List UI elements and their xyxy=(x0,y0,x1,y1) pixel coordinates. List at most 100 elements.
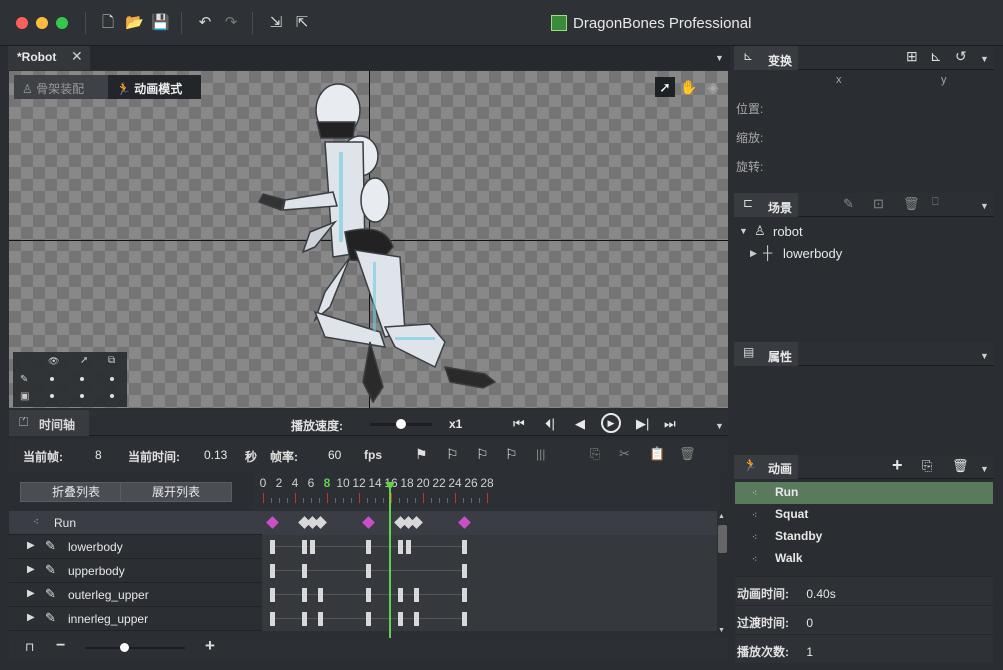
minimize-window-button[interactable] xyxy=(36,17,48,29)
eye-icon[interactable]: 👁 xyxy=(48,356,59,367)
keyframe[interactable] xyxy=(310,540,315,554)
keyframe-track[interactable] xyxy=(262,607,717,631)
ruler-icon[interactable]: ⊓ xyxy=(25,640,34,654)
zoom-out-icon[interactable]: − xyxy=(56,637,65,655)
keyframe[interactable] xyxy=(366,612,371,626)
open-folder-icon[interactable]: 📂 xyxy=(125,14,144,32)
toggle-dot[interactable] xyxy=(110,377,114,381)
keyframe[interactable] xyxy=(414,588,419,602)
keyframe-diamond[interactable] xyxy=(410,516,423,529)
add-animation-icon[interactable]: + xyxy=(892,455,903,476)
scene-tree-item-lowerbody[interactable]: lowerbody xyxy=(783,246,842,268)
auto-key-flag-icon[interactable]: ⚑ xyxy=(415,446,428,463)
zoom-window-button[interactable] xyxy=(56,17,68,29)
transform-axis-icon[interactable]: ⊾ xyxy=(930,48,942,65)
new-file-icon[interactable]: 🗋 xyxy=(99,14,117,32)
pointer-icon[interactable]: ➚ xyxy=(80,355,88,366)
export-icon[interactable]: ⇱ xyxy=(293,14,311,32)
next-flag-icon[interactable]: ⚐ xyxy=(476,446,489,463)
transform-rotate-icon[interactable]: ↺ xyxy=(955,48,967,65)
fps-input[interactable]: 60 xyxy=(328,448,341,462)
add-bone-icon[interactable]: ✎ xyxy=(843,196,854,212)
keyframe-track[interactable] xyxy=(262,559,717,583)
keyframe[interactable] xyxy=(270,588,275,602)
track-row-upperbody[interactable]: ▶ ✎ upperbody xyxy=(9,559,717,583)
tree-expanded-arrow-icon[interactable]: ▼ xyxy=(739,226,748,236)
pan-tool-icon[interactable]: ✋ xyxy=(679,77,699,97)
import-icon[interactable]: ⇲ xyxy=(267,14,285,32)
keyframe[interactable] xyxy=(398,588,403,602)
toggle-dot[interactable] xyxy=(80,394,84,398)
jump-to-end-icon[interactable]: ⏭ xyxy=(664,416,676,432)
collapse-list-button[interactable]: 折叠列表 xyxy=(20,482,132,502)
rename-icon[interactable]: ⎕ xyxy=(932,196,939,209)
animation-menu-chevron-icon[interactable]: ▼ xyxy=(980,464,989,474)
speed-slider-handle[interactable] xyxy=(396,419,406,429)
delete-frame-icon[interactable]: 🗑 xyxy=(679,446,696,462)
scroll-down-icon[interactable]: ▼ xyxy=(718,627,725,634)
keyframe-track[interactable] xyxy=(262,583,717,607)
playhead[interactable] xyxy=(389,482,391,640)
play-button[interactable]: ▶ xyxy=(601,413,621,433)
keyframe-diamond[interactable] xyxy=(314,516,327,529)
close-window-button[interactable] xyxy=(16,17,28,29)
add-key-flag-icon[interactable]: ⚐ xyxy=(446,446,459,463)
animation-list-item-standby[interactable]: Standby xyxy=(735,526,993,548)
track-row-innerleg-upper[interactable]: ▶ ✎ innerleg_upper xyxy=(9,607,717,631)
close-tab-icon[interactable]: ✕ xyxy=(71,48,83,65)
layer-icon[interactable]: ⧉ xyxy=(108,355,115,366)
keyframe[interactable] xyxy=(366,564,371,578)
prev-flag-icon[interactable]: ⚐ xyxy=(505,446,518,463)
track-row-lowerbody[interactable]: ▶ ✎ lowerbody xyxy=(9,535,717,559)
copy-frame-icon[interactable]: ⎘ xyxy=(590,446,600,462)
current-time-input[interactable]: 0.13 xyxy=(204,448,227,462)
keyframe-diamond[interactable] xyxy=(266,516,279,529)
animation-list-item-walk[interactable]: Walk xyxy=(735,548,993,570)
keyframe[interactable] xyxy=(318,612,323,626)
armature-mode-button[interactable]: ♙ 骨架装配 xyxy=(14,75,108,99)
toggle-dot[interactable] xyxy=(80,377,84,381)
duration-input[interactable]: 0.40s xyxy=(806,587,835,601)
prev-frame-icon[interactable]: ◀ xyxy=(575,416,585,432)
keyframe-diamond[interactable] xyxy=(362,516,375,529)
properties-menu-chevron-icon[interactable]: ▼ xyxy=(980,351,989,361)
animation-list-item-squat[interactable]: Squat xyxy=(735,504,993,526)
toggle-dot[interactable] xyxy=(50,377,54,381)
paste-frame-icon[interactable]: 📋 xyxy=(649,446,665,462)
toggle-dot[interactable] xyxy=(110,394,114,398)
expand-arrow-icon[interactable]: ▶ xyxy=(27,588,35,599)
save-icon[interactable]: 💾 xyxy=(151,14,170,32)
keyframe[interactable] xyxy=(462,612,467,626)
keyframe-track[interactable] xyxy=(262,535,717,559)
next-frame-icon[interactable]: ▶| xyxy=(636,416,649,432)
expand-list-button[interactable]: 展开列表 xyxy=(120,482,232,502)
track-row-outerleg-upper[interactable]: ▶ ✎ outerleg_upper xyxy=(9,583,717,607)
expand-arrow-icon[interactable]: ▶ xyxy=(27,612,35,623)
delete-node-icon[interactable]: 🗑 xyxy=(903,196,920,212)
scene-tree-item-robot[interactable]: robot xyxy=(773,224,803,246)
zoom-slider-handle[interactable] xyxy=(120,643,129,652)
tree-collapsed-arrow-icon[interactable]: ▶ xyxy=(750,248,757,259)
keyframe[interactable] xyxy=(406,540,411,554)
distribute-keys-icon[interactable]: ||| xyxy=(536,447,545,461)
toggle-dot[interactable] xyxy=(50,394,54,398)
transform-menu-chevron-icon[interactable]: ▼ xyxy=(980,54,989,64)
keyframe[interactable] xyxy=(270,612,275,626)
timeline-scrollbar[interactable]: ▲ ▼ xyxy=(717,511,728,638)
fade-input[interactable]: 0 xyxy=(806,616,813,630)
robot-figure[interactable] xyxy=(255,82,515,412)
camera-tool-icon[interactable]: ◈ xyxy=(703,77,723,97)
track-row-run[interactable]: ⁖ Run xyxy=(9,511,717,535)
timeline-menu-chevron-icon[interactable]: ▼ xyxy=(715,421,724,431)
keyframe[interactable] xyxy=(302,564,307,578)
keyframe[interactable] xyxy=(462,564,467,578)
redo-icon[interactable]: ↷ xyxy=(222,14,240,32)
keyframe[interactable] xyxy=(366,588,371,602)
tab-menu-chevron-icon[interactable]: ▼ xyxy=(715,53,724,63)
animation-list-item-run[interactable]: Run xyxy=(735,482,993,504)
scene-menu-chevron-icon[interactable]: ▼ xyxy=(980,201,989,211)
select-tool-icon[interactable]: ➚ xyxy=(655,77,675,97)
animate-mode-button[interactable]: 🏃 动画模式 xyxy=(108,75,201,99)
copy-animation-icon[interactable]: ⎘ xyxy=(922,458,932,474)
undo-icon[interactable]: ↶ xyxy=(196,14,214,32)
